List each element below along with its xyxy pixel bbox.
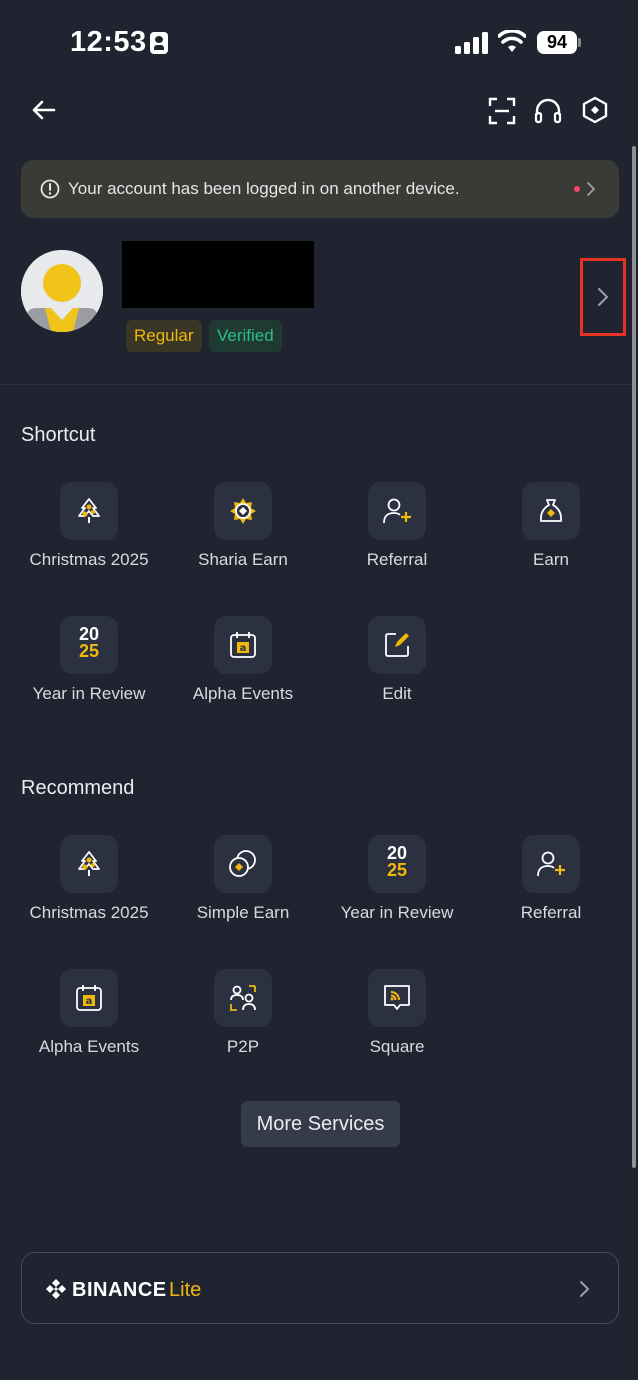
redacted-username xyxy=(122,241,314,308)
recommend-p2p[interactable]: P2P xyxy=(166,969,320,1057)
wifi-icon xyxy=(498,30,526,52)
binance-brand: BINANCE xyxy=(72,1279,167,1301)
add-user-icon xyxy=(522,835,580,893)
chevron-right-icon xyxy=(580,1281,590,1297)
svg-text:a: a xyxy=(240,643,247,654)
chevron-right-icon xyxy=(598,288,609,306)
section-divider xyxy=(0,384,638,385)
verified-badge: Verified xyxy=(209,320,282,352)
lite-label: Lite xyxy=(169,1279,202,1301)
profile-details-button[interactable] xyxy=(580,258,626,336)
chevron-right-icon xyxy=(587,182,596,196)
battery-cap xyxy=(578,38,581,47)
tile-label: Sharia Earn xyxy=(198,550,288,569)
scrollbar[interactable] xyxy=(632,146,636,1168)
scan-icon[interactable] xyxy=(487,96,517,126)
edit-icon xyxy=(368,616,426,674)
alpha-calendar-icon: a xyxy=(214,616,272,674)
recommend-alpha-events[interactable]: a Alpha Events xyxy=(12,969,166,1057)
recommend-referral[interactable]: Referral xyxy=(474,835,628,923)
recommend-square[interactable]: Square xyxy=(320,969,474,1057)
alpha-calendar-icon: a xyxy=(60,969,118,1027)
shortcut-alpha-events[interactable]: a Alpha Events xyxy=(166,616,320,704)
settings-hexagon-icon[interactable] xyxy=(580,95,610,125)
tile-label: Edit xyxy=(382,684,412,703)
tile-label: Referral xyxy=(366,550,428,569)
add-user-icon xyxy=(368,482,426,540)
christmas-tree-icon xyxy=(60,835,118,893)
battery-indicator: 94 xyxy=(537,31,577,54)
christmas-tree-icon xyxy=(60,482,118,540)
alert-icon xyxy=(40,179,60,199)
recommend-year-in-review[interactable]: 20 25 Year in Review xyxy=(320,835,474,923)
headset-support-icon[interactable] xyxy=(533,96,563,126)
avatar[interactable] xyxy=(21,250,103,332)
svg-text:a: a xyxy=(86,996,93,1007)
p2p-icon xyxy=(214,969,272,1027)
regular-badge: Regular xyxy=(126,320,202,352)
year-bottom: 25 xyxy=(78,641,100,661)
tile-label: P2P xyxy=(226,1037,260,1056)
shortcut-sharia-earn[interactable]: Sharia Earn xyxy=(166,482,320,570)
tile-label: Year in Review xyxy=(32,684,146,703)
recommend-title: Recommend xyxy=(21,777,135,799)
shortcut-title: Shortcut xyxy=(21,424,96,446)
tile-label: Earn xyxy=(533,550,569,569)
tile-label: Christmas 2025 xyxy=(29,903,149,922)
binance-logo-icon xyxy=(46,1279,66,1299)
tile-label: Square xyxy=(369,1037,425,1056)
tile-label: Referral xyxy=(520,903,582,922)
year-bottom: 25 xyxy=(386,860,408,880)
back-arrow-icon[interactable] xyxy=(29,95,59,125)
shortcut-year-in-review[interactable]: 20 25 Year in Review xyxy=(12,616,166,704)
status-time: 12:53 xyxy=(70,26,147,58)
shortcut-christmas-2025[interactable]: Christmas 2025 xyxy=(12,482,166,570)
more-services-button[interactable]: More Services xyxy=(241,1101,400,1147)
avatar-icon xyxy=(21,250,103,332)
year-2025-icon: 20 25 xyxy=(60,616,118,674)
sharia-earn-icon xyxy=(214,482,272,540)
cellular-signal-icon xyxy=(455,32,488,54)
tile-label: Christmas 2025 xyxy=(29,550,149,569)
shortcut-referral[interactable]: Referral xyxy=(320,482,474,570)
shortcut-edit[interactable]: Edit xyxy=(320,616,474,704)
tile-label: Simple Earn xyxy=(196,903,290,922)
square-icon xyxy=(368,969,426,1027)
login-notice-banner[interactable]: Your account has been logged in on anoth… xyxy=(21,160,619,218)
shortcut-earn[interactable]: Earn xyxy=(474,482,628,570)
recommend-christmas-2025[interactable]: Christmas 2025 xyxy=(12,835,166,923)
year-2025-icon: 20 25 xyxy=(368,835,426,893)
tile-label: Alpha Events xyxy=(192,684,294,703)
recommend-simple-earn[interactable]: Simple Earn xyxy=(166,835,320,923)
contact-card-icon xyxy=(150,32,168,54)
simple-earn-icon xyxy=(214,835,272,893)
unread-dot xyxy=(574,186,580,192)
notice-text: Your account has been logged in on anoth… xyxy=(68,179,460,198)
tile-label: Year in Review xyxy=(340,903,454,922)
binance-lite-switch[interactable]: BINANCE Lite xyxy=(21,1252,619,1324)
money-bag-icon xyxy=(522,482,580,540)
tile-label: Alpha Events xyxy=(38,1037,140,1056)
